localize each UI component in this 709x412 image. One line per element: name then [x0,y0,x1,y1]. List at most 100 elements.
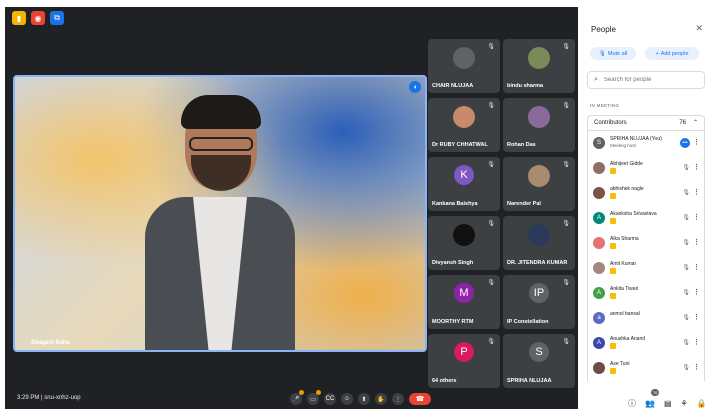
participant-tile[interactable]: 🎙 Narender Pal [503,157,575,211]
more-options-icon[interactable]: ⋮ [693,263,700,271]
more-options-icon[interactable]: ⋮ [693,313,700,321]
participant-avatar: K [454,165,474,185]
list-item[interactable]: S SPRIHA NLUJAA (You) Meeting host ••• ⋮ [588,131,704,156]
notes-icon[interactable]: ▮ [12,11,26,25]
participant-photo [453,47,475,69]
list-item[interactable]: abhishek nagle 🎙 ⋮ [588,181,704,206]
share-doc-icon[interactable]: ⧉ [50,11,64,25]
chevron-up-icon[interactable]: ⌃ [693,119,698,126]
more-options-icon[interactable]: ⋮ [693,138,700,146]
person-name: Ankita Tiwari [610,286,639,292]
participant-name: CHAIR NLUJAA [432,83,474,89]
mic-off-icon: 🎙 [562,162,570,168]
participant-photo [528,106,550,128]
participant-tile[interactable]: IP 🎙 IP Constellation [503,275,575,329]
mute-all-button[interactable]: 🎙 Mute all [590,47,636,60]
person-role: Meeting host [610,143,636,148]
list-item[interactable]: A Akanksha Srivastava 🎙 ⋮ [588,206,704,231]
mic-off-icon[interactable]: 🎙 [682,214,690,221]
list-item[interactable]: Abhijeet Gidde 🎙 ⋮ [588,156,704,181]
list-item[interactable]: Ase Tuni 🎙 ⋮ [588,356,704,381]
people-icon[interactable]: 👥 [645,399,655,408]
participant-tile[interactable]: 🎙 bindu sharma [503,39,575,93]
participant-avatar: P [454,342,474,362]
participant-photo [528,47,550,69]
mic-off-icon[interactable]: 🎙 [682,164,690,171]
record-icon[interactable]: ◉ [31,11,45,25]
meeting-time-code: 3:29 PM | snu-xnhz-uop [17,395,81,401]
more-options-icon[interactable]: ⋮ [693,338,700,346]
mic-off-icon: 🎙 [562,103,570,109]
present-button[interactable]: ⬆ [358,393,370,405]
camera-button[interactable]: ▭ [307,390,321,405]
mic-off-icon[interactable]: 🎙 [682,264,690,271]
list-item[interactable]: A Anushka Anand 🎙 ⋮ [588,331,704,356]
participant-photo [453,106,475,128]
participant-name: SPRIHA NLUJAA [507,378,552,384]
more-options-icon[interactable]: ⋮ [693,188,700,196]
participant-name: bindu sharma [507,83,544,89]
participant-tile[interactable]: 🎙 DR. JITENDRA KUMAR [503,216,575,270]
participant-tile[interactable]: 🎙 Divyansh Singh [428,216,500,270]
end-call-button[interactable]: ☎ [409,393,431,405]
more-options-icon[interactable]: ⋮ [693,213,700,221]
mic-off-icon[interactable]: 🎙 [682,289,690,296]
list-item[interactable]: A Ankita Tiwari 🎙 ⋮ [588,281,704,306]
more-options-icon[interactable]: ⋮ [693,163,700,171]
participant-tile[interactable]: 🎙 CHAIR NLUJAA [428,39,500,93]
people-panel-title: People [591,25,616,34]
meeting-separator: | [41,395,43,401]
participant-tile[interactable]: M 🎙 MOORTHY RTM [428,275,500,329]
mic-off-icon[interactable]: 🎙 [682,314,690,321]
close-icon[interactable]: ✕ [695,23,703,34]
list-item[interactable]: Amit Kumar 🎙 ⋮ [588,256,704,281]
person-name: Anushka Anand [610,336,646,342]
participant-tile[interactable]: S 🎙 SPRIHA NLUJAA [503,334,575,388]
mute-all-label: Mute all [607,50,628,57]
list-item[interactable]: Alka Sharma 🎙 ⋮ [588,231,704,256]
raised-hand-icon [610,218,616,224]
people-search[interactable]: ⌕ [587,71,705,89]
avatar [593,162,605,174]
main-speaker-tile[interactable]: ◖ Swapnil Saha [13,75,427,352]
mic-off-icon: 🎙 [562,44,570,50]
person-name: Ase Tuni [610,361,630,367]
bottom-bar: 3:29 PM | snu-xnhz-uop 🎤 ▭ CC ☺ ⬆ ✋ ⋮ ☎ [5,390,578,409]
participant-tile[interactable]: 🎙 Dr RUBY CHHATWAL [428,98,500,152]
person-name: Alka Sharma [610,236,639,242]
raise-hand-button[interactable]: ✋ [375,393,387,405]
more-options-icon[interactable]: ⋮ [693,288,700,296]
mic-off-icon[interactable]: 🎙 [682,339,690,346]
participant-tile[interactable]: P 🎙 64 others [428,334,500,388]
mic-button[interactable]: 🎤 [290,390,304,405]
participant-tile[interactable]: 🎙 Rohan Das [503,98,575,152]
emoji-button[interactable]: ☺ [341,393,353,405]
activities-icon[interactable]: ⚘ [681,399,688,408]
captions-button[interactable]: CC [324,393,336,405]
contributors-section[interactable]: Contributors 76 ⌃ [587,115,705,131]
list-item[interactable]: a anmol bansal 🎙 ⋮ [588,306,704,331]
participant-tile[interactable]: K 🎙 Kankana Baishya [428,157,500,211]
mic-off-icon[interactable]: 🎙 [682,239,690,246]
more-options-icon[interactable]: ⋮ [693,238,700,246]
search-input[interactable] [601,76,696,84]
lock-icon[interactable]: 🔒 [697,399,707,408]
add-people-button[interactable]: + Add people [645,47,699,60]
raised-hand-icon [610,293,616,299]
info-icon[interactable]: ⓘ [628,398,636,409]
raised-hand-icon [610,193,616,199]
chat-icon[interactable]: ▤ [664,399,672,408]
people-panel: People ✕ 🎙 Mute all + Add people ⌕ IN ME… [581,13,709,386]
participant-avatar: M [454,283,474,303]
mic-off-icon: 🎙 [487,103,495,109]
more-options-icon[interactable]: ⋮ [693,363,700,371]
participant-name: Narender Pal [507,201,541,207]
audio-level-icon: ••• [680,138,690,148]
person-name: SPRIHA NLUJAA (You) [610,136,662,142]
meeting-time: 3:29 PM [17,395,40,401]
mic-off-icon[interactable]: 🎙 [682,364,690,371]
mic-off-icon[interactable]: 🎙 [682,189,690,196]
person-name: Amit Kumar [610,261,637,267]
more-options-button[interactable]: ⋮ [392,393,404,405]
avatar [593,187,605,199]
